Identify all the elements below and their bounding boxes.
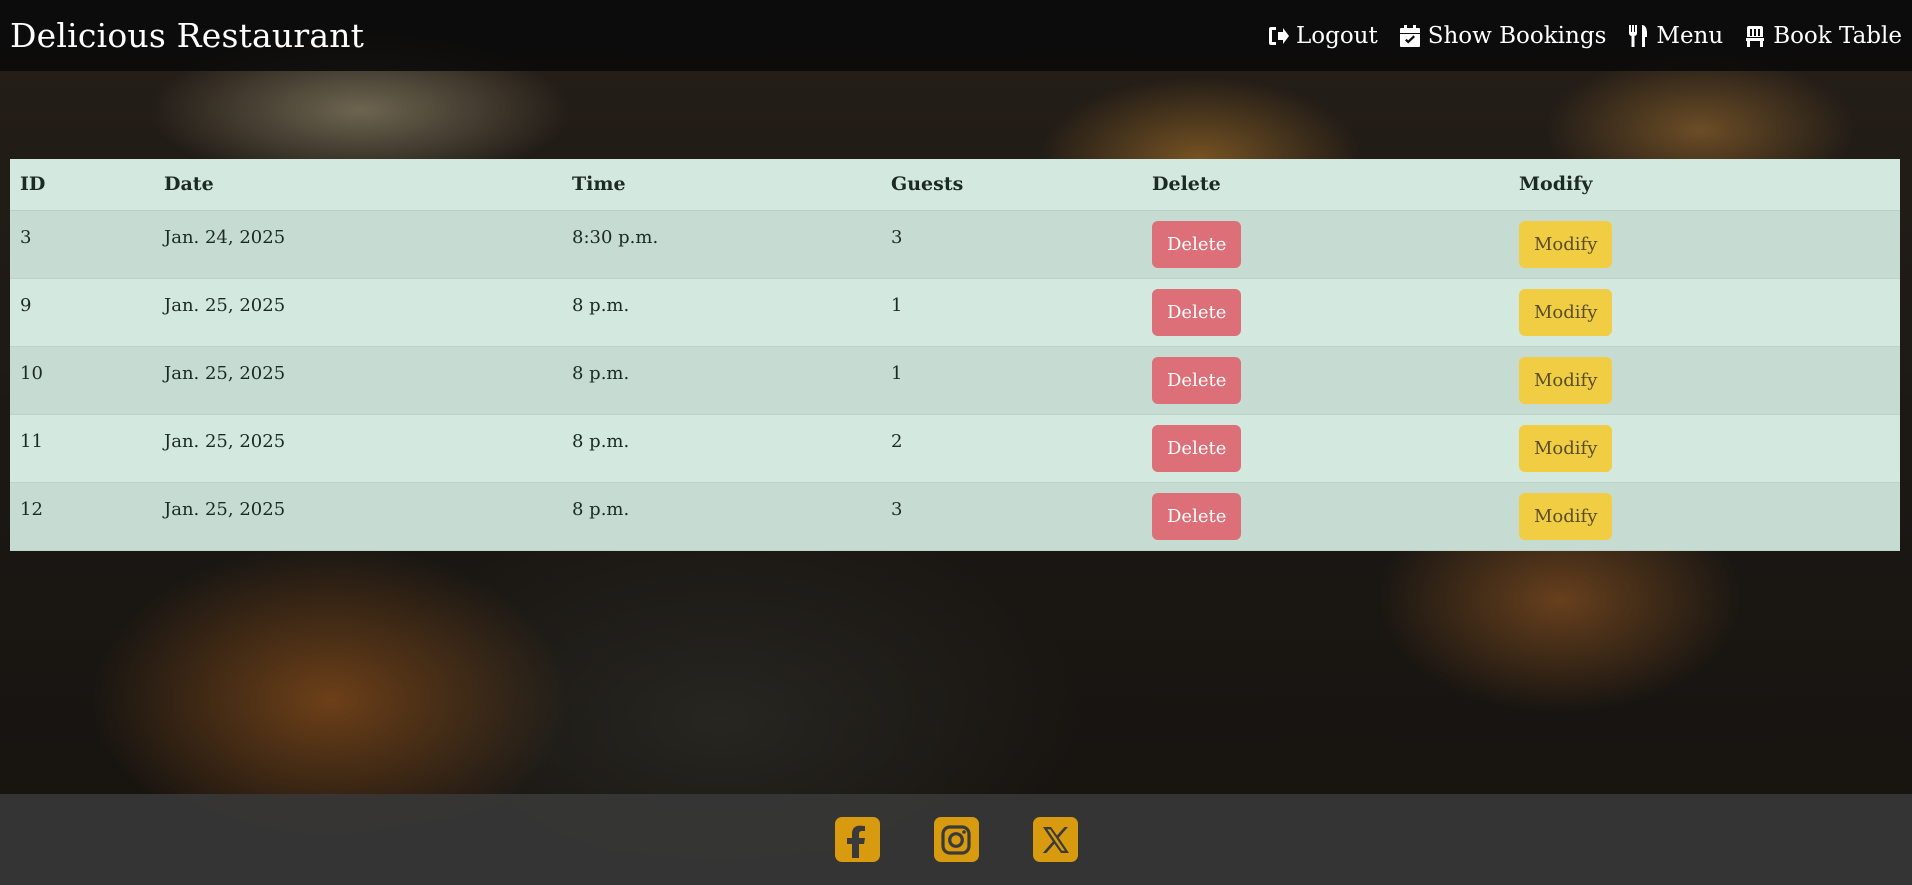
cell-modify: Modify [1509, 346, 1900, 415]
modify-button[interactable]: Modify [1519, 288, 1613, 336]
cell-modify: Modify [1509, 210, 1900, 279]
cell-delete: Delete [1142, 210, 1509, 279]
x-twitter-icon [1042, 826, 1069, 853]
logout-icon [1268, 26, 1289, 45]
cell-id: 9 [10, 278, 154, 347]
facebook-link[interactable] [834, 817, 880, 862]
column-header-modify: Modify [1509, 159, 1900, 211]
nav-book-table-label: Book Table [1773, 22, 1902, 49]
bookings-table: ID Date Time Guests Delete Modify 3 Jan.… [10, 159, 1900, 551]
instagram-icon [941, 824, 971, 855]
brand-title[interactable]: Delicious Restaurant [10, 16, 364, 55]
top-navbar: Delicious Restaurant Logout Show Booking… [0, 0, 1912, 71]
nav-book-table[interactable]: Book Table [1743, 23, 1902, 49]
cell-time: 8 p.m. [562, 414, 881, 483]
cell-modify: Modify [1509, 482, 1900, 551]
column-header-id: ID [10, 159, 154, 211]
table-row: 9 Jan. 25, 2025 8 p.m. 1 Delete Modify [10, 278, 1900, 347]
cell-date: Jan. 25, 2025 [154, 346, 562, 415]
cell-time: 8:30 p.m. [562, 210, 881, 279]
modify-button[interactable]: Modify [1519, 424, 1613, 472]
nav-logout[interactable]: Logout [1266, 23, 1378, 49]
instagram-link[interactable] [933, 817, 979, 862]
table-row: 11 Jan. 25, 2025 8 p.m. 2 Delete Modify [10, 414, 1900, 483]
column-header-guests: Guests [881, 159, 1142, 211]
cell-guests: 3 [881, 210, 1142, 279]
facebook-icon [847, 825, 865, 858]
cell-guests: 2 [881, 414, 1142, 483]
footer [0, 794, 1912, 885]
x-twitter-link[interactable] [1032, 817, 1078, 862]
column-header-date: Date [154, 159, 562, 211]
modify-button[interactable]: Modify [1519, 356, 1613, 404]
cell-modify: Modify [1509, 414, 1900, 483]
column-header-time: Time [562, 159, 881, 211]
cell-delete: Delete [1142, 414, 1509, 483]
bookings-table-container: ID Date Time Guests Delete Modify 3 Jan.… [10, 159, 1900, 551]
table-row: 12 Jan. 25, 2025 8 p.m. 3 Delete Modify [10, 482, 1900, 551]
cell-delete: Delete [1142, 278, 1509, 347]
cell-date: Jan. 25, 2025 [154, 278, 562, 347]
delete-button[interactable]: Delete [1152, 424, 1242, 472]
table-header-row: ID Date Time Guests Delete Modify [10, 159, 1900, 211]
cell-modify: Modify [1509, 278, 1900, 347]
modify-button[interactable]: Modify [1519, 220, 1613, 268]
nav-links: Logout Show Bookings Menu Book Table [1266, 23, 1902, 49]
cell-delete: Delete [1142, 346, 1509, 415]
table-row: 3 Jan. 24, 2025 8:30 p.m. 3 Delete Modif… [10, 210, 1900, 279]
nav-show-bookings-label: Show Bookings [1427, 22, 1607, 49]
cell-time: 8 p.m. [562, 482, 881, 551]
cell-time: 8 p.m. [562, 346, 881, 415]
cell-date: Jan. 25, 2025 [154, 482, 562, 551]
delete-button[interactable]: Delete [1152, 288, 1242, 336]
table-row: 10 Jan. 25, 2025 8 p.m. 1 Delete Modify [10, 346, 1900, 415]
cell-id: 12 [10, 482, 154, 551]
cell-delete: Delete [1142, 482, 1509, 551]
delete-button[interactable]: Delete [1152, 356, 1242, 404]
modify-button[interactable]: Modify [1519, 492, 1613, 540]
delete-button[interactable]: Delete [1152, 492, 1242, 540]
cell-date: Jan. 24, 2025 [154, 210, 562, 279]
calendar-check-icon [1399, 24, 1420, 47]
cell-date: Jan. 25, 2025 [154, 414, 562, 483]
cell-guests: 3 [881, 482, 1142, 551]
cell-guests: 1 [881, 278, 1142, 347]
cell-guests: 1 [881, 346, 1142, 415]
nav-show-bookings[interactable]: Show Bookings [1398, 22, 1607, 49]
cell-time: 8 p.m. [562, 278, 881, 347]
nav-menu-label: Menu [1656, 22, 1724, 49]
utensils-icon [1629, 24, 1648, 47]
column-header-delete: Delete [1142, 159, 1509, 211]
cell-id: 3 [10, 210, 154, 279]
cell-id: 10 [10, 346, 154, 415]
chair-icon [1746, 25, 1765, 47]
cell-id: 11 [10, 414, 154, 483]
nav-logout-label: Logout [1295, 22, 1378, 49]
nav-menu[interactable]: Menu [1626, 23, 1723, 49]
delete-button[interactable]: Delete [1152, 220, 1242, 268]
